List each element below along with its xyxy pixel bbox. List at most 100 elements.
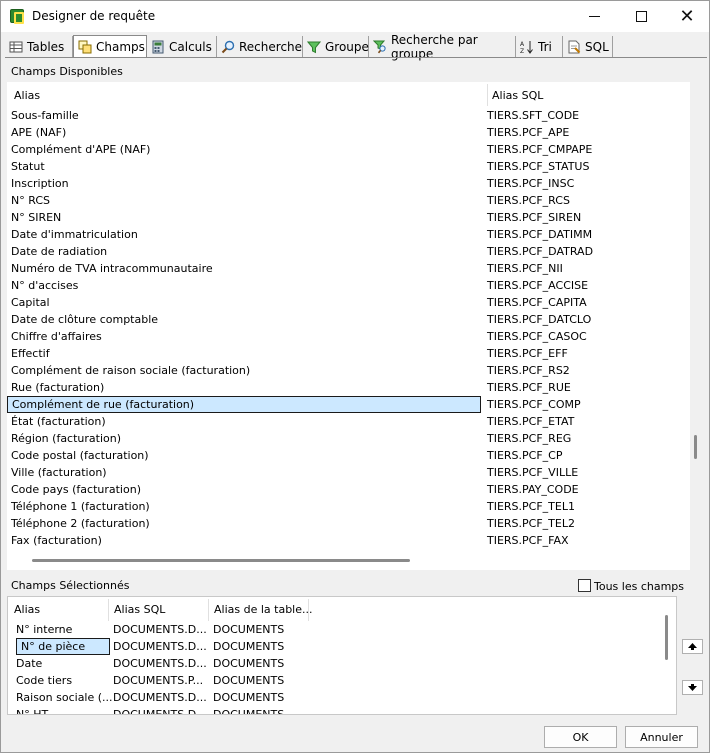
tab-label: Recherche xyxy=(239,40,303,54)
table-row[interactable]: N° HT... DOCUMENTS.D... DOCUMENTS xyxy=(16,707,656,714)
cell-sql-alias: TIERS.PCF_ETAT xyxy=(487,415,575,428)
cell-sql-alias: TIERS.PCF_CASOC xyxy=(487,330,587,343)
vertical-scroll-thumb[interactable] xyxy=(694,435,697,459)
table-row[interactable]: Date d'immatriculation TIERS.PCF_DATIMM xyxy=(7,227,690,244)
tab-label: Groupe xyxy=(325,40,369,54)
column-separator[interactable] xyxy=(487,84,488,106)
tab-tri[interactable]: AZ Tri xyxy=(516,36,563,58)
cell-alias: Chiffre d'affaires xyxy=(11,330,102,343)
table-row[interactable]: Code tiers DOCUMENTS.P... DOCUMENTS xyxy=(16,673,656,690)
cell-sql-alias: DOCUMENTS.D... xyxy=(113,623,207,636)
table-row[interactable]: Rue (facturation) TIERS.PCF_RUE xyxy=(7,380,690,397)
tab-tables[interactable]: Tables xyxy=(5,36,73,58)
minimize-button[interactable] xyxy=(571,1,617,32)
cell-table-alias: DOCUMENTS xyxy=(213,691,285,704)
table-row[interactable]: État (facturation) TIERS.PCF_ETAT xyxy=(7,414,690,431)
move-down-button[interactable] xyxy=(682,680,703,695)
svg-text:A: A xyxy=(520,41,525,48)
col-header-sql-alias[interactable]: Alias SQL xyxy=(492,89,543,102)
cell-alias: Statut xyxy=(11,160,45,173)
table-row[interactable]: APE (NAF) TIERS.PCF_APE xyxy=(7,125,690,142)
selected-fields-list[interactable]: Alias Alias SQL Alias de la table... N° … xyxy=(7,596,677,715)
table-row[interactable]: Téléphone 1 (facturation) TIERS.PCF_TEL1 xyxy=(7,499,690,516)
table-row[interactable]: N° d'accises TIERS.PCF_ACCISE xyxy=(7,278,690,295)
table-row[interactable]: N° SIREN TIERS.PCF_SIREN xyxy=(7,210,690,227)
table-row[interactable]: Code postal (facturation) TIERS.PCF_CP xyxy=(7,448,690,465)
cell-alias: Rue (facturation) xyxy=(11,381,105,394)
query-designer-window: Designer de requête ✕ Tables Champs Calc… xyxy=(0,0,710,753)
tab-recherche[interactable]: Recherche xyxy=(217,36,303,58)
table-row[interactable]: Chiffre d'affaires TIERS.PCF_CASOC xyxy=(7,329,690,346)
tab-calculs[interactable]: Calculs xyxy=(147,36,217,58)
tab-divider xyxy=(5,57,707,58)
cell-alias: N° d'accises xyxy=(11,279,79,292)
cell-sql-alias: TIERS.PCF_REG xyxy=(487,432,572,445)
maximize-button[interactable] xyxy=(618,1,664,32)
table-row[interactable]: Fax (facturation) TIERS.PCF_FAX xyxy=(7,533,690,550)
table-row[interactable]: Ville (facturation) TIERS.PCF_VILLE xyxy=(7,465,690,482)
cell-sql-alias: TIERS.PCF_CP xyxy=(487,449,563,462)
cell-sql-alias: TIERS.PCF_CMPAPE xyxy=(487,143,593,156)
table-row[interactable]: Date de radiation TIERS.PCF_DATRAD xyxy=(7,244,690,261)
table-row[interactable]: Effectif TIERS.PCF_EFF xyxy=(7,346,690,363)
table-row[interactable]: Région (facturation) TIERS.PCF_REG xyxy=(7,431,690,448)
table-row[interactable]: Complément d'APE (NAF) TIERS.PCF_CMPAPE xyxy=(7,142,690,159)
table-row[interactable]: Complément de raison sociale (facturatio… xyxy=(7,363,690,380)
table-row[interactable]: Complément de rue (facturation) TIERS.PCF… xyxy=(7,396,690,414)
cell-sql-alias: TIERS.PCF_INSC xyxy=(487,177,575,190)
cell-alias: Date xyxy=(16,657,43,670)
table-row[interactable]: Téléphone 2 (facturation) TIERS.PCF_TEL2 xyxy=(7,516,690,533)
table-row[interactable]: Inscription TIERS.PCF_INSC xyxy=(7,176,690,193)
ok-button[interactable]: OK xyxy=(544,726,617,748)
tab-label: Calculs xyxy=(169,40,212,54)
cell-sql-alias: TIERS.PCF_VILLE xyxy=(487,466,579,479)
cell-alias: Date de clôture comptable xyxy=(11,313,159,326)
cell-alias: Téléphone 1 (facturation) xyxy=(11,500,150,513)
horizontal-scroll-thumb[interactable] xyxy=(32,559,410,562)
cell-alias: Code pays (facturation) xyxy=(11,483,141,496)
move-up-button[interactable] xyxy=(682,639,703,654)
tab-label: SQL xyxy=(585,40,609,54)
cell-sql-alias: TIERS.PCF_RCS xyxy=(487,194,570,207)
table-row[interactable]: Statut TIERS.PCF_STATUS xyxy=(7,159,690,176)
col-header-alias[interactable]: Alias xyxy=(14,89,40,102)
cell-sql-alias: DOCUMENTS.D... xyxy=(113,640,207,653)
table-row[interactable]: N° interne DOCUMENTS.D... DOCUMENTS xyxy=(16,622,656,639)
cell-sql-alias: TIERS.PCF_STATUS xyxy=(487,160,590,173)
table-row[interactable]: Date DOCUMENTS.D... DOCUMENTS xyxy=(16,656,656,673)
arrow-up-icon xyxy=(688,643,697,650)
table-row[interactable]: N° de pièce DOCUMENTS.D... DOCUMENTS xyxy=(16,638,656,656)
table-row[interactable]: Sous-famille TIERS.SFT_CODE xyxy=(7,108,690,125)
table-row[interactable]: Date de clôture comptable TIERS.PCF_DATCL… xyxy=(7,312,690,329)
cell-alias: Code postal (facturation) xyxy=(11,449,149,462)
close-icon: ✕ xyxy=(679,6,695,26)
cell-sql-alias: TIERS.PCF_COMP xyxy=(487,398,581,411)
cell-alias: Date de radiation xyxy=(11,245,108,258)
table-row[interactable]: Numéro de TVA intracommunautaire TIERS.PC… xyxy=(7,261,690,278)
cell-sql-alias: TIERS.SFT_CODE xyxy=(487,109,580,122)
cell-table-alias: DOCUMENTS xyxy=(213,623,285,636)
cell-alias: Effectif xyxy=(11,347,50,360)
tab-recherche-par-groupe[interactable]: Recherche par groupe xyxy=(369,33,516,61)
available-fields-list[interactable]: Alias Alias SQL Sous-famille TIERS.SFT_CO… xyxy=(7,82,690,553)
table-row[interactable]: Raison sociale (... DOCUMENTS.D... DOCUMEN… xyxy=(16,690,656,707)
tab-groupe[interactable]: Groupe xyxy=(303,36,369,58)
cell-sql-alias: TIERS.PCF_DATCLO xyxy=(487,313,592,326)
cancel-button[interactable]: Annuler xyxy=(625,726,698,748)
cell-sql-alias: TIERS.PCF_DATRAD xyxy=(487,245,594,258)
cell-table-alias: DOCUMENTS xyxy=(213,657,285,670)
tab-champs[interactable]: Champs xyxy=(73,35,147,58)
cell-alias: Numéro de TVA intracommunautaire xyxy=(11,262,213,275)
table-row[interactable]: Code pays (facturation) TIERS.PAY_CODE xyxy=(7,482,690,499)
tab-label: Champs xyxy=(96,40,145,54)
cell-alias: Code tiers xyxy=(16,674,73,687)
table-row[interactable]: N° RCS TIERS.PCF_RCS xyxy=(7,193,690,210)
all-fields-checkbox[interactable] xyxy=(578,579,591,592)
tab-sql[interactable]: SQL xyxy=(563,36,613,58)
selected-vertical-scroll-thumb[interactable] xyxy=(665,615,668,660)
table-row[interactable]: Capital TIERS.PCF_CAPITA xyxy=(7,295,690,312)
close-button[interactable]: ✕ xyxy=(664,1,710,32)
all-fields-label[interactable]: Tous les champs xyxy=(594,580,684,593)
cell-sql-alias: DOCUMENTS.D... xyxy=(113,708,207,714)
cell-alias: Complément d'APE (NAF) xyxy=(11,143,151,156)
